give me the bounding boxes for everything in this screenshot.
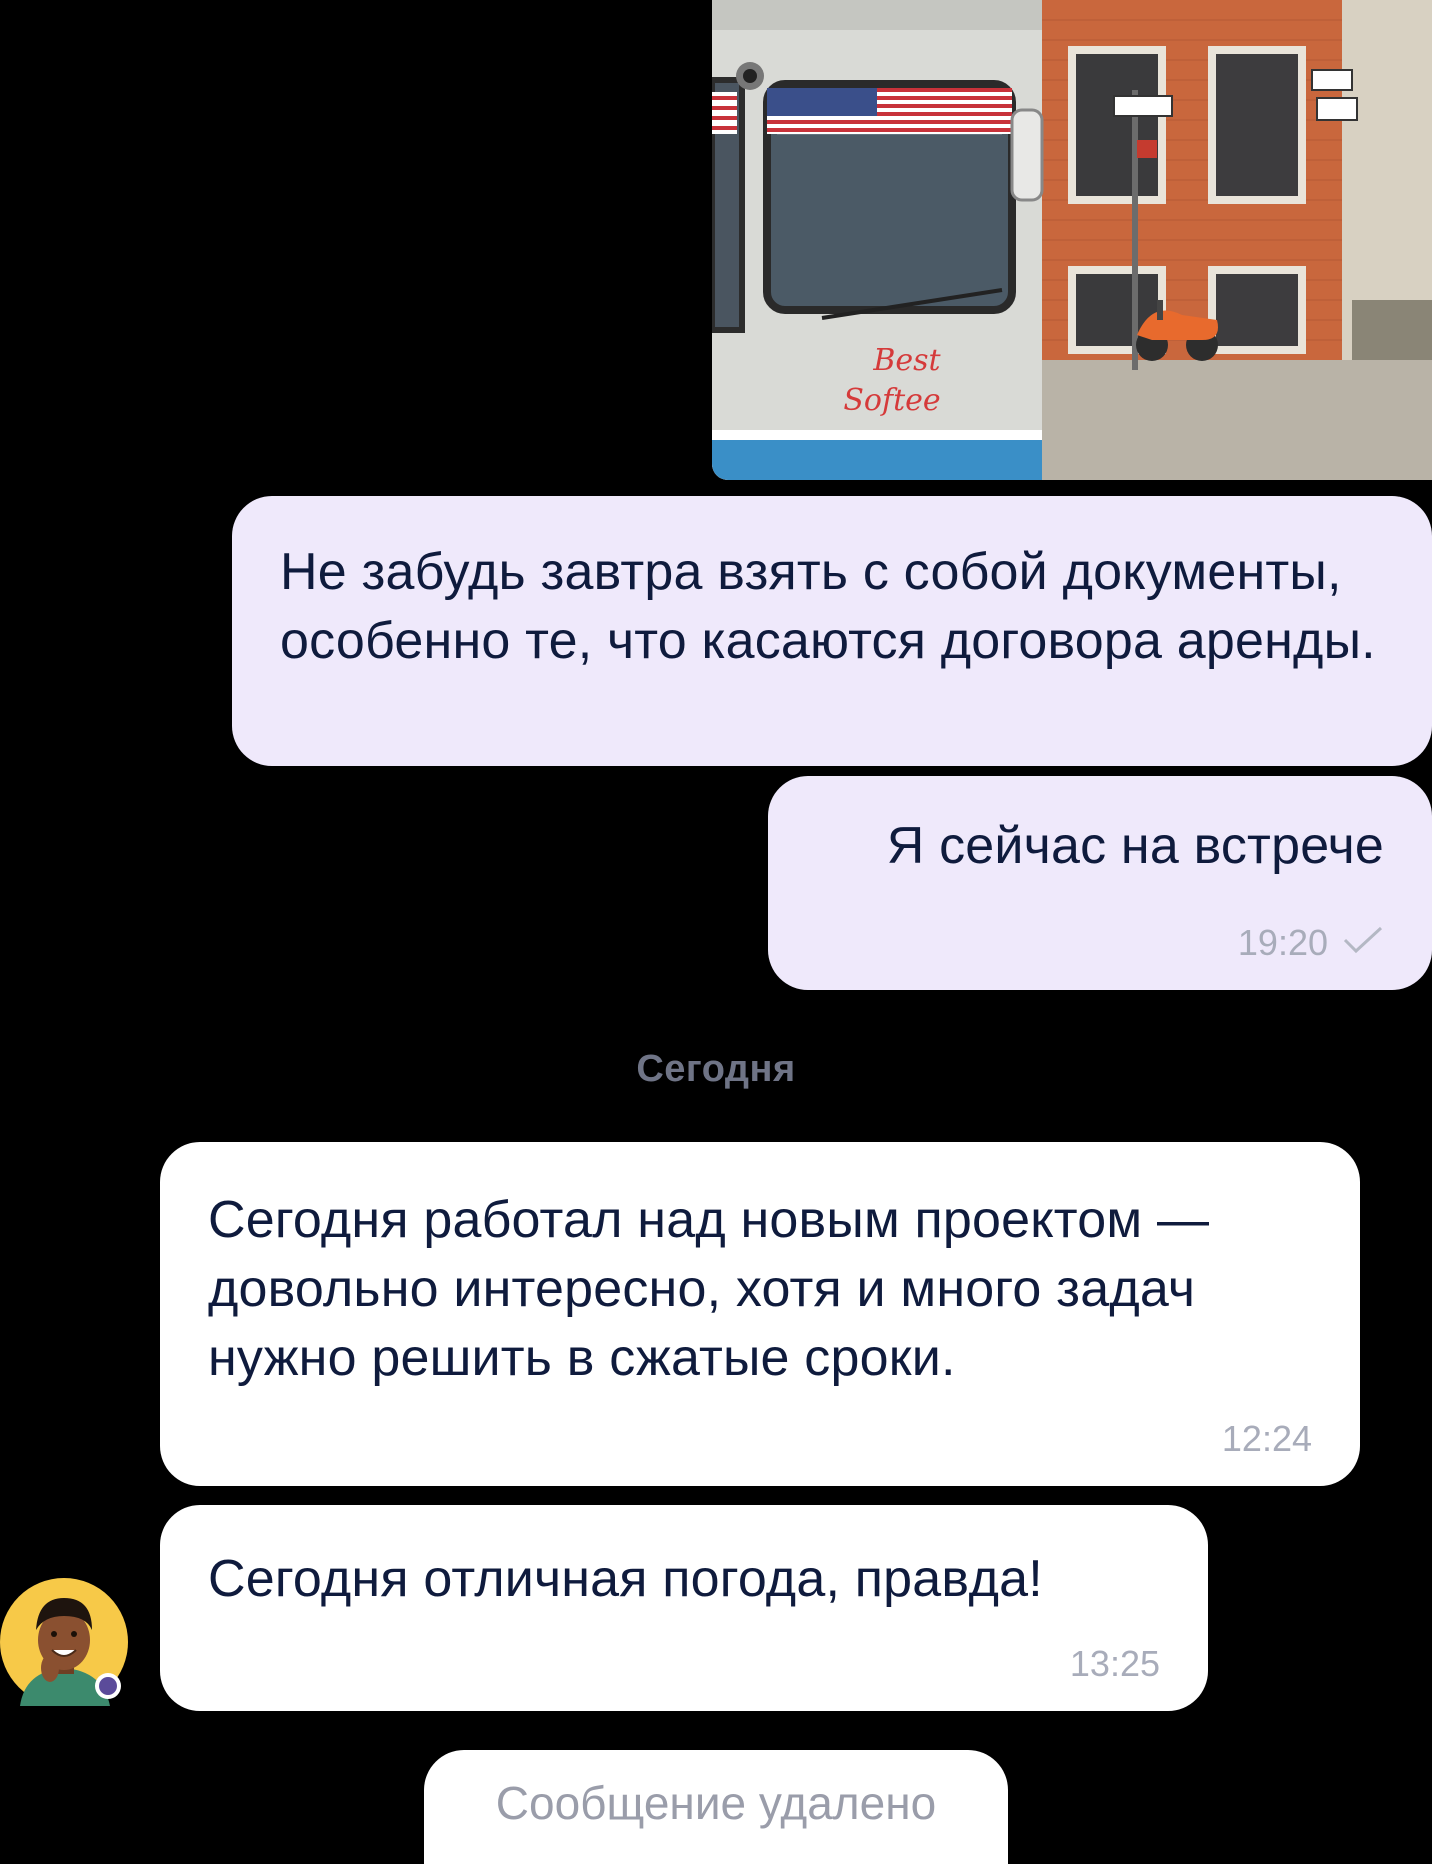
photo-image: Best Softee	[712, 0, 1432, 480]
message-time: 12:24	[1221, 1418, 1312, 1459]
outgoing-message[interactable]: Я сейчас на встрече 19:20	[768, 776, 1432, 990]
date-separator: Сегодня	[636, 1048, 796, 1090]
message-meta: 12:24	[1222, 1418, 1312, 1460]
message-text: Сегодня отличная погода, правда!	[208, 1550, 1043, 1608]
message-text: Сегодня работал над новым проектом — дов…	[208, 1191, 1210, 1387]
avatar[interactable]	[0, 1576, 130, 1706]
incoming-message[interactable]: Сегодня работал над новым проектом — дов…	[160, 1142, 1360, 1486]
message-meta: 13:25	[1070, 1643, 1160, 1685]
message-meta: 19:20	[1238, 922, 1384, 964]
message-text: Я сейчас на встрече	[886, 817, 1384, 875]
deleted-message: Сообщение удалено	[424, 1750, 1008, 1864]
truck-logo-text-1: Best	[872, 343, 941, 378]
photo-message[interactable]: Best Softee	[712, 0, 1432, 480]
incoming-message[interactable]: Сегодня отличная погода, правда! 13:25	[160, 1505, 1208, 1711]
message-time: 19:20	[1237, 922, 1328, 963]
truck-logo-text-2: Softee	[843, 383, 940, 418]
checkmark-icon	[1342, 922, 1384, 964]
chat-screen: Best Softee Не забудь завтра взять с соб…	[0, 0, 1432, 1864]
message-time: 13:25	[1069, 1643, 1160, 1684]
deleted-message-text: Сообщение удалено	[495, 1777, 937, 1829]
outgoing-message[interactable]: Не забудь завтра взять с собой документы…	[232, 496, 1432, 766]
message-text: Не забудь завтра взять с собой документы…	[280, 543, 1376, 670]
